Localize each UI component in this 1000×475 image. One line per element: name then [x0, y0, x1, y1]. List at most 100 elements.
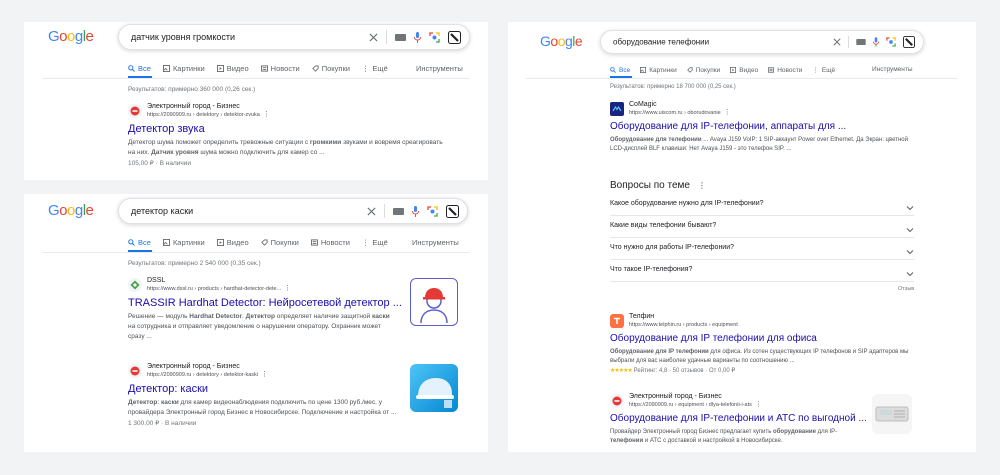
result-snippet: Оборудование для IP телефонии для офиса.…: [610, 349, 909, 364]
tab-shopping[interactable]: Покупки: [260, 238, 299, 247]
result-source[interactable]: Электронный город - Бизнес https://20909…: [128, 102, 448, 119]
result-source[interactable]: Электронный город - Бизнес https://20909…: [128, 362, 400, 379]
tools-button[interactable]: Инструменты: [412, 238, 459, 247]
site-url: https://2090909.ru › equipment › dlya-te…: [629, 402, 752, 408]
search-box[interactable]: датчик уровня громкости: [118, 24, 470, 50]
more-options-icon[interactable]: ⋮: [261, 371, 268, 378]
search-input[interactable]: датчик уровня громкости: [131, 32, 235, 42]
search-input[interactable]: детектор каски: [131, 206, 193, 216]
egb-favicon-icon: [128, 103, 142, 118]
tab-all[interactable]: Все: [128, 238, 151, 247]
tools-button[interactable]: Инструменты: [872, 66, 913, 73]
site-url: https://2090909.ru › detektory › detekto…: [147, 112, 260, 118]
tools-button[interactable]: Инструменты: [416, 64, 463, 73]
result-title[interactable]: TRASSIR Hardhat Detector: Нейросетевой д…: [128, 296, 402, 310]
video-icon: [730, 67, 737, 73]
lens-icon[interactable]: [429, 31, 440, 43]
search-result: Электронный город - Бизнес https://20909…: [128, 362, 400, 427]
more-icon: ⋮: [361, 64, 370, 73]
clear-icon[interactable]: [367, 206, 376, 216]
tab-shopping[interactable]: Покупки: [686, 67, 720, 74]
tab-news[interactable]: Новости: [260, 64, 300, 73]
helmet-camera-thumbnail[interactable]: [410, 364, 458, 412]
tabs-divider: [42, 78, 470, 79]
result-source[interactable]: DSSL https://www.dssl.ru › products › ha…: [128, 276, 396, 293]
mic-icon[interactable]: [873, 37, 879, 47]
search-result: CoMagic https://www.uiscom.ru › oborudov…: [610, 100, 920, 154]
lens-icon[interactable]: [886, 37, 896, 47]
labs-icon[interactable]: [903, 36, 915, 48]
tab-more[interactable]: ⋮ Ещё: [812, 66, 835, 75]
telphin-favicon-icon: [610, 313, 624, 328]
tab-news[interactable]: Новости: [310, 238, 350, 247]
site-name: DSSL: [147, 277, 166, 284]
tab-images[interactable]: Картинки: [640, 67, 677, 74]
hardhat-thumbnail[interactable]: [410, 278, 458, 326]
tab-video[interactable]: Видео: [730, 67, 758, 74]
tab-images[interactable]: Картинки: [162, 64, 205, 73]
search-icon: [610, 67, 616, 73]
more-options-icon[interactable]: ⋮: [698, 181, 706, 190]
ip-phone-thumbnail[interactable]: [872, 394, 912, 434]
google-logo[interactable]: Google: [48, 202, 94, 219]
tab-video[interactable]: Видео: [216, 64, 249, 73]
shopping-icon: [686, 67, 693, 73]
result-source[interactable]: Телфин https://www.telphin.ru › products…: [610, 312, 920, 329]
keyboard-icon[interactable]: [856, 39, 866, 45]
more-options-icon[interactable]: ⋮: [284, 285, 291, 292]
tab-images[interactable]: Картинки: [162, 238, 205, 247]
result-snippet: Детектор шума поможет определить тревожн…: [128, 139, 443, 156]
results-panel-helmet-detector: Google детектор каски Все Картинки Видео…: [24, 194, 488, 452]
site-url: https://www.telphin.ru › products › equi…: [629, 322, 738, 328]
tab-news[interactable]: Новости: [768, 67, 802, 74]
news-icon: [768, 67, 775, 73]
more-options-icon[interactable]: ⋮: [755, 401, 762, 408]
keyboard-icon[interactable]: [393, 207, 404, 215]
paa-question[interactable]: Что нужно для работы IP-телефонии?: [610, 238, 914, 260]
lens-icon[interactable]: [427, 205, 438, 217]
clear-icon[interactable]: [369, 32, 378, 42]
tab-all[interactable]: Все: [610, 67, 630, 74]
result-source[interactable]: CoMagic https://www.uiscom.ru › oborudov…: [610, 100, 920, 117]
result-title[interactable]: Оборудование для IP-телефонии и АТС по в…: [610, 412, 868, 426]
result-title[interactable]: Оборудование для IP телефонии для офиса: [610, 332, 920, 346]
paa-list: Какое оборудование нужно для IP-телефони…: [610, 194, 914, 286]
search-input[interactable]: оборудование телефонии: [613, 38, 709, 47]
clear-icon[interactable]: [833, 38, 841, 46]
keyboard-icon[interactable]: [395, 33, 406, 41]
tab-more[interactable]: ⋮ Ещё: [362, 64, 388, 73]
result-title[interactable]: Детектор: каски: [128, 382, 400, 396]
site-url: https://2090909.ru › detektory › detekto…: [147, 372, 258, 378]
egb-favicon-icon: [128, 363, 142, 378]
result-title[interactable]: Оборудование для IP-телефонии, аппараты …: [610, 120, 920, 134]
search-tabs: Все Картинки Видео Новости Покупки ⋮ Ещё: [128, 64, 400, 73]
more-options-icon[interactable]: ⋮: [263, 111, 270, 118]
shopping-icon: [260, 239, 268, 246]
labs-icon[interactable]: [446, 204, 459, 218]
labs-icon[interactable]: [448, 30, 461, 44]
tab-shopping[interactable]: Покупки: [311, 64, 350, 73]
more-icon: ⋮: [361, 238, 370, 247]
tab-all[interactable]: Все: [128, 64, 151, 73]
feedback-link[interactable]: Отзыв: [898, 286, 914, 292]
tab-video[interactable]: Видео: [216, 238, 249, 247]
tab-more[interactable]: ⋮ Ещё: [362, 238, 388, 247]
mic-icon[interactable]: [414, 31, 421, 43]
google-logo[interactable]: Google: [48, 28, 94, 45]
result-source[interactable]: Электронный город - Бизнес https://20909…: [610, 392, 868, 409]
result-title[interactable]: Детектор звука: [128, 122, 448, 136]
egb-favicon-icon: [610, 393, 624, 408]
paa-question[interactable]: Что такое IP-телефония?: [610, 260, 914, 282]
search-icon: [128, 239, 135, 246]
more-options-icon[interactable]: ⋮: [724, 109, 731, 116]
paa-question[interactable]: Какие виды телефонии бывают?: [610, 216, 914, 238]
search-box[interactable]: оборудование телефонии: [600, 30, 924, 54]
paa-heading: Вопросы по теме ⋮: [610, 180, 706, 191]
site-name: Электронный город - Бизнес: [629, 393, 722, 400]
search-result: DSSL https://www.dssl.ru › products › ha…: [128, 276, 402, 342]
paa-question[interactable]: Какое оборудование нужно для IP-телефони…: [610, 194, 914, 216]
mic-icon[interactable]: [412, 205, 419, 217]
tabs-divider: [42, 252, 470, 253]
google-logo[interactable]: Google: [540, 33, 583, 49]
search-box[interactable]: детектор каски: [118, 198, 468, 224]
